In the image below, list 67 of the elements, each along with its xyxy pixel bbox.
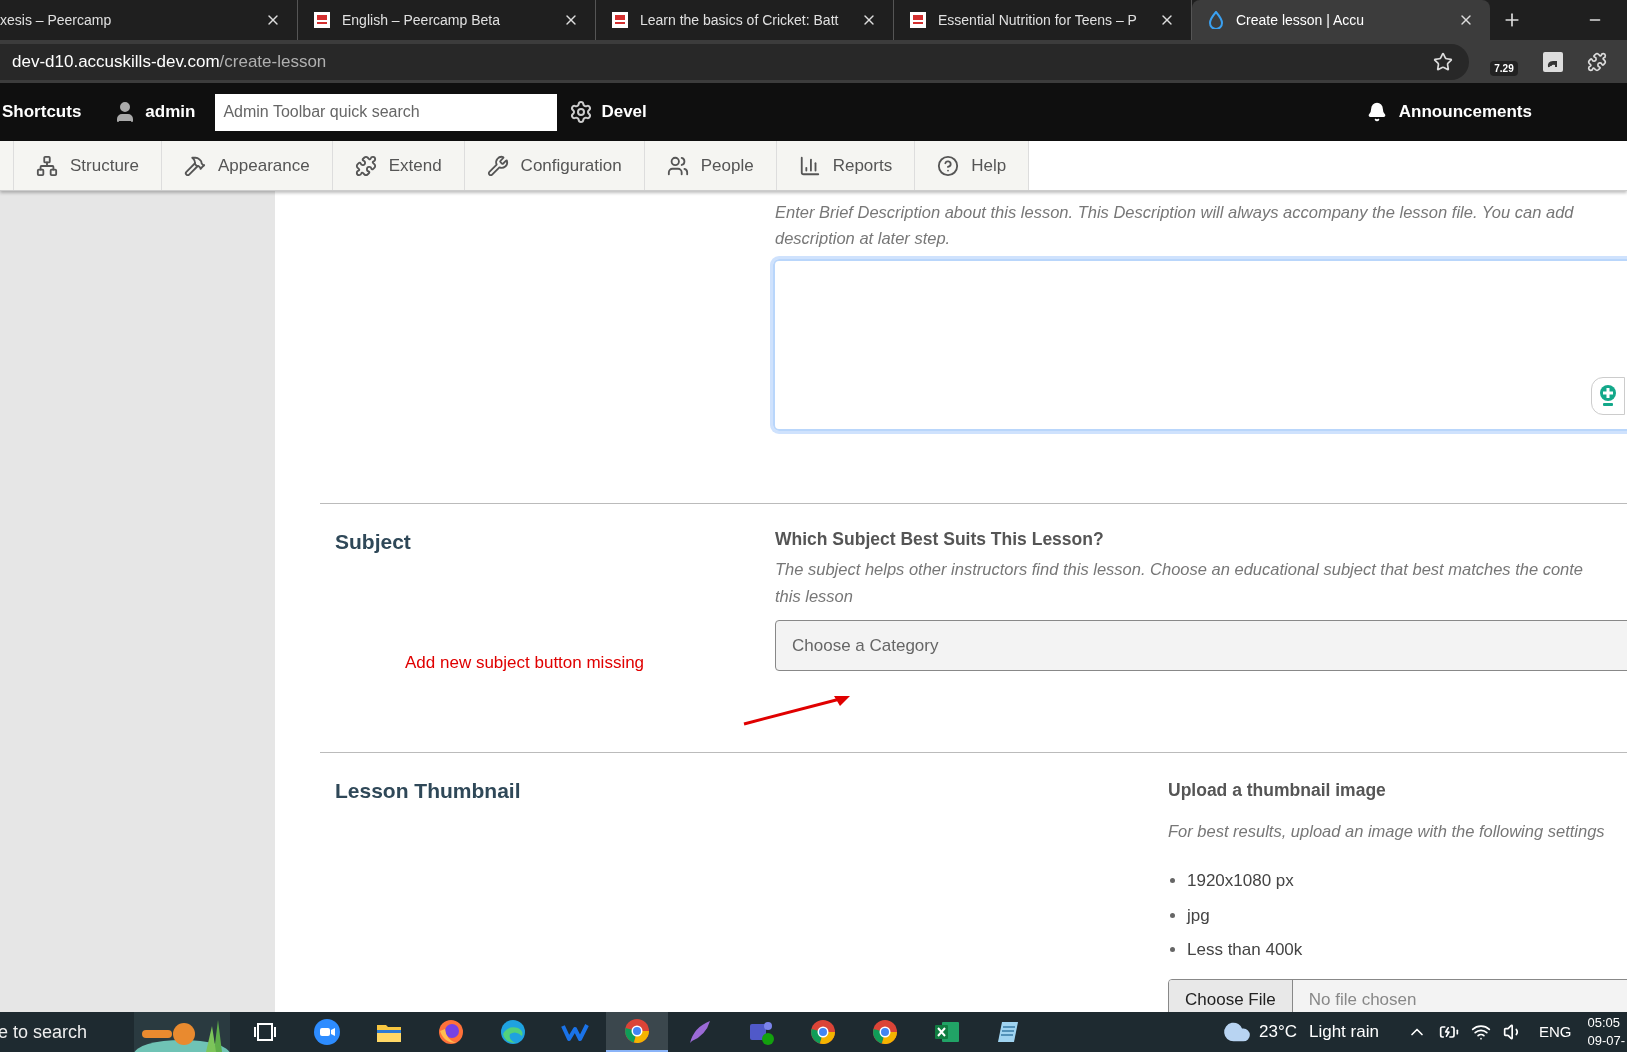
extensions-icon[interactable] (1587, 51, 1607, 72)
section-heading: Lesson Thumbnail (335, 778, 521, 804)
bookmark-star-icon[interactable] (1433, 51, 1453, 72)
toolbar-menu-item[interactable]: Extend (332, 141, 465, 190)
chrome-icon (870, 1017, 900, 1047)
people-icon (666, 154, 689, 177)
toolbar-menu-item[interactable]: Configuration (464, 141, 645, 190)
bullet-icon (1170, 878, 1175, 884)
fox-globe-icon (436, 1017, 466, 1047)
toolbar-menu-item[interactable]: Appearance (162, 141, 333, 190)
requirement-item: 1920x1080 px (1187, 870, 1294, 892)
shortcuts-link[interactable]: Shortcuts (2, 99, 82, 125)
user-menu[interactable]: admin (113, 99, 196, 125)
field-label: Upload a thumbnail image (1168, 779, 1386, 802)
toolbar-menu-item[interactable]: Reports (776, 141, 916, 190)
announcements-menu[interactable]: Announcements (1366, 99, 1532, 125)
address-bar[interactable]: dev-d10.accuskills-dev.com/create-lesson (0, 43, 1469, 80)
url-text: dev-d10.accuskills-dev.com/create-lesson (12, 50, 328, 73)
bullet-icon (1170, 947, 1175, 953)
toolbar-menu-item[interactable]: People (644, 141, 777, 190)
temperature-text: 23°C (1259, 1021, 1297, 1044)
field-label: Which Subject Best Suits This Lesson? (775, 528, 1104, 551)
tab-title: xesis – Peercamp (0, 10, 113, 30)
tab-title: Essential Nutrition for Teens – P (938, 10, 1138, 30)
site-favicon-icon (612, 12, 628, 28)
file-field[interactable]: Choose File No file chosen (1168, 978, 1627, 1012)
field-description: description at later step. (775, 228, 951, 249)
puzzle-icon (354, 154, 377, 177)
field-description: For best results, upload an image with the following settings (1168, 821, 1605, 843)
section-heading: Subject (335, 529, 411, 555)
chrome-icon (808, 1017, 838, 1047)
chrome-icon (622, 1016, 652, 1046)
field-description: Enter Brief Description about this lesson. This Description will always accompany the lesson file. You can add (775, 202, 1574, 223)
wifi-icon[interactable] (1470, 1022, 1491, 1042)
language-indicator[interactable]: ENG (1538, 1020, 1572, 1044)
wrench-icon (486, 154, 509, 177)
gear-icon (569, 100, 594, 124)
devel-menu[interactable]: Devel (569, 99, 647, 125)
bell-icon (1366, 102, 1387, 122)
drop-icon (1208, 11, 1224, 29)
bar-chart-icon (798, 154, 821, 177)
weather-condition: Light rain (1308, 1021, 1379, 1044)
tab-title: Learn the basics of Cricket: Batt (640, 10, 840, 30)
hammer-icon (184, 154, 206, 177)
toolbar-menu-item[interactable]: Structure (14, 141, 162, 190)
video-app-icon (312, 1017, 342, 1047)
hierarchy-icon (36, 154, 58, 177)
site-favicon-icon (314, 12, 330, 28)
file-status: No file chosen (1308, 988, 1417, 1011)
category-select[interactable]: Choose a Category (775, 620, 1627, 672)
toolbar-menu-item[interactable]: Help (915, 141, 1030, 190)
site-favicon-icon (910, 12, 926, 28)
lightbulb-icon[interactable] (1598, 384, 1618, 408)
bullet-icon (1170, 912, 1175, 918)
choose-file-button[interactable]: Choose File (1169, 979, 1293, 1012)
clock[interactable]: 05:05 09-07- (1587, 1014, 1625, 1050)
tab-title: Create lesson | Accu (1236, 10, 1366, 30)
browser-tab[interactable]: Create lesson | Accu (1192, 0, 1490, 40)
tab-title: English – Peercamp Beta (342, 10, 501, 30)
requirement-item: Less than 400k (1187, 939, 1303, 961)
field-description: this lesson (775, 586, 853, 608)
requirement-item: jpg (1187, 904, 1210, 927)
help-icon (937, 154, 960, 177)
quick-search-field[interactable]: Admin Toolbar quick search (215, 93, 558, 131)
wave-globe-icon (498, 1017, 528, 1047)
annotation-text: Add new subject button missing (405, 652, 645, 674)
field-description: The subject helps other instructors find this lesson. Choose an educational subject that best matches the conte (775, 559, 1584, 581)
